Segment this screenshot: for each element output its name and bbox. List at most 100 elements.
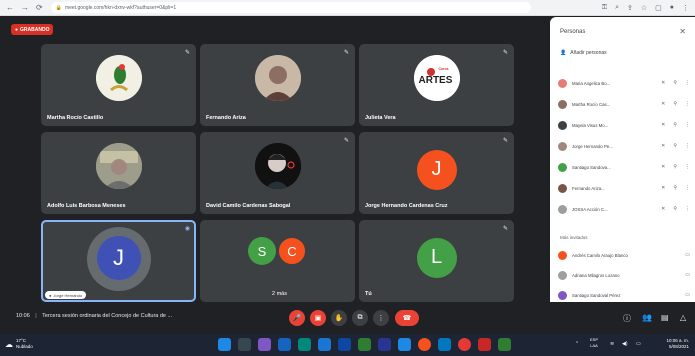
- more-icon[interactable]: ⋮: [685, 80, 690, 86]
- mic-button[interactable]: 🎤: [289, 310, 305, 326]
- guest-row[interactable]: Adriana Milagros Lozano ▭: [558, 269, 690, 281]
- avatar: [558, 183, 567, 193]
- participant-tile-selected[interactable]: ◉ J ● Jorge Hernando: [41, 220, 196, 302]
- guest-row[interactable]: Andrés Camilo Araujo Blanco ▭: [558, 249, 690, 261]
- excel-icon[interactable]: [498, 338, 511, 351]
- more-icon[interactable]: ⋮: [685, 185, 690, 191]
- participant-row[interactable]: Santiago Sandova... ✕ ⚲ ⋮: [558, 161, 690, 173]
- chat-icon[interactable]: ▭: [685, 252, 690, 258]
- reload-icon[interactable]: ⟳: [36, 3, 43, 12]
- add-person-icon: 👤: [560, 50, 567, 56]
- participant-row[interactable]: Martha Rocío Cas... ✕ ⚲ ⋮: [558, 98, 690, 110]
- participant-tile[interactable]: ✎ L Tú: [359, 220, 514, 302]
- avatar: [558, 120, 567, 130]
- window-icon[interactable]: ▢: [655, 4, 662, 12]
- share-icon[interactable]: ⇪: [627, 4, 633, 12]
- participant-tile[interactable]: ✎ David Camilo Cardenas Sabogal: [200, 132, 355, 214]
- participant-tile-group[interactable]: S C 2 más: [200, 220, 355, 302]
- chat-icon[interactable]: ▤: [661, 313, 669, 322]
- mic-off-icon: ✕: [661, 122, 666, 128]
- app-icon[interactable]: [278, 338, 291, 351]
- user-icon: ●: [49, 292, 52, 298]
- app-icon[interactable]: [458, 338, 471, 351]
- app-icon[interactable]: [338, 338, 351, 351]
- meeting-time: 10:06: [16, 313, 30, 319]
- key-icon[interactable]: ⚿: [602, 4, 607, 12]
- task-view-icon[interactable]: [258, 338, 271, 351]
- volume-icon[interactable]: ◀): [622, 341, 628, 347]
- people-icon[interactable]: 👥: [642, 313, 652, 322]
- info-icon[interactable]: ⓘ: [623, 313, 631, 324]
- address-bar[interactable]: 🔒 meet.google.com/hkn-dxnv-wkf?authuser=…: [50, 2, 531, 13]
- menu-dots-icon[interactable]: ⋮: [682, 4, 689, 12]
- wifi-icon[interactable]: ≋: [610, 341, 614, 347]
- present-button[interactable]: ⧉: [352, 310, 368, 326]
- pin-icon[interactable]: ⚲: [673, 143, 677, 149]
- zoom-icon[interactable]: ⌕: [615, 4, 619, 12]
- avatar-letter: S: [248, 237, 276, 266]
- acrobat-icon[interactable]: [478, 338, 491, 351]
- chrome-icon[interactable]: [418, 338, 431, 351]
- camera-button[interactable]: ▣: [310, 310, 326, 326]
- pin-icon[interactable]: ⚲: [673, 206, 677, 212]
- participant-row[interactable]: Mayela Visus Mo... ✕ ⚲ ⋮: [558, 119, 690, 131]
- raise-hand-button[interactable]: ✋: [331, 310, 347, 326]
- participant-tile[interactable]: ✎ Fernando Ariza: [200, 44, 355, 126]
- app-icon[interactable]: [398, 338, 411, 351]
- logo-text: ARTES: [418, 75, 453, 87]
- activities-icon[interactable]: △: [680, 313, 686, 322]
- participant-name: Fernando Ariza: [206, 115, 246, 121]
- pin-icon[interactable]: ⚲: [673, 80, 677, 86]
- avatar: [558, 270, 567, 280]
- close-icon[interactable]: ✕: [679, 27, 686, 36]
- app-icon[interactable]: [318, 338, 331, 351]
- tray-up-icon[interactable]: ⌃: [575, 341, 579, 347]
- profile-icon[interactable]: ●: [670, 4, 674, 12]
- participant-name: 2 más: [272, 291, 287, 297]
- pin-icon[interactable]: ⚲: [673, 122, 677, 128]
- leave-call-button[interactable]: ☎: [395, 310, 419, 326]
- star-icon[interactable]: ☆: [641, 4, 647, 12]
- search-icon[interactable]: [238, 338, 251, 351]
- pin-icon[interactable]: ⚲: [673, 164, 677, 170]
- participant-row[interactable]: Maria Angelica Bo... ✕ ⚲ ⋮: [558, 77, 690, 89]
- windows-start-icon[interactable]: [218, 338, 231, 351]
- lock-icon: 🔒: [55, 4, 62, 11]
- guest-row[interactable]: Santiago Sandoval Pérez ▭: [558, 289, 690, 301]
- more-icon[interactable]: ⋮: [685, 122, 690, 128]
- participant-row[interactable]: JOSSA Acción C... ✕ ⚲ ⋮: [558, 203, 690, 215]
- browser-extensions: ⚿ ⌕ ⇪ ☆ ▢ ● ⋮: [602, 4, 689, 12]
- avatar: [558, 78, 567, 88]
- participant-row[interactable]: Fernando Ariza... ✕ ⚲ ⋮: [558, 182, 690, 194]
- pin-icon[interactable]: ⚲: [673, 101, 677, 107]
- avatar: [558, 250, 567, 260]
- chat-icon[interactable]: ▭: [685, 272, 690, 278]
- participant-tile[interactable]: ✎ J Jorge Hernando Cardenas Cruz: [359, 132, 514, 214]
- app-icon[interactable]: [378, 338, 391, 351]
- battery-icon[interactable]: ▭: [636, 341, 641, 347]
- participant-tile[interactable]: ✎ Martha Rocío Castillo: [41, 44, 196, 126]
- app-icon[interactable]: [438, 338, 451, 351]
- pin-icon[interactable]: ⚲: [673, 185, 677, 191]
- more-options-button[interactable]: ⋮: [373, 310, 389, 326]
- language-indicator[interactable]: ESP LAA: [590, 337, 598, 349]
- more-icon[interactable]: ⋮: [685, 143, 690, 149]
- chat-icon[interactable]: ▭: [685, 292, 690, 298]
- add-people-button[interactable]: 👤 Añadir personas: [560, 50, 607, 56]
- back-icon[interactable]: ←: [6, 3, 14, 12]
- weather-widget[interactable]: ☁ 17°C Nublado: [5, 338, 33, 350]
- more-icon[interactable]: ⋮: [685, 206, 690, 212]
- participant-tile[interactable]: Adolfo Luis Barbosa Meneses: [41, 132, 196, 214]
- forward-icon[interactable]: →: [21, 3, 29, 12]
- meeting-title: Tercera sesión ordinaria del Concejo de …: [42, 313, 173, 319]
- avatar: [558, 141, 567, 151]
- more-icon[interactable]: ⋮: [685, 101, 690, 107]
- app-icon[interactable]: [298, 338, 311, 351]
- participant-row[interactable]: Jorge Hernando Pe... ✕ ⚲ ⋮: [558, 140, 690, 152]
- more-icon[interactable]: ⋮: [685, 164, 690, 170]
- participant-tile[interactable]: ✎ Coros ARTES Julieta Vera: [359, 44, 514, 126]
- meeting-info: 10:06 | Tercera sesión ordinaria del Con…: [16, 313, 173, 319]
- present-icon: ⧉: [357, 314, 363, 321]
- system-clock[interactable]: 10:06 a. m. 5/08/2021: [666, 338, 689, 350]
- app-icon[interactable]: [358, 338, 371, 351]
